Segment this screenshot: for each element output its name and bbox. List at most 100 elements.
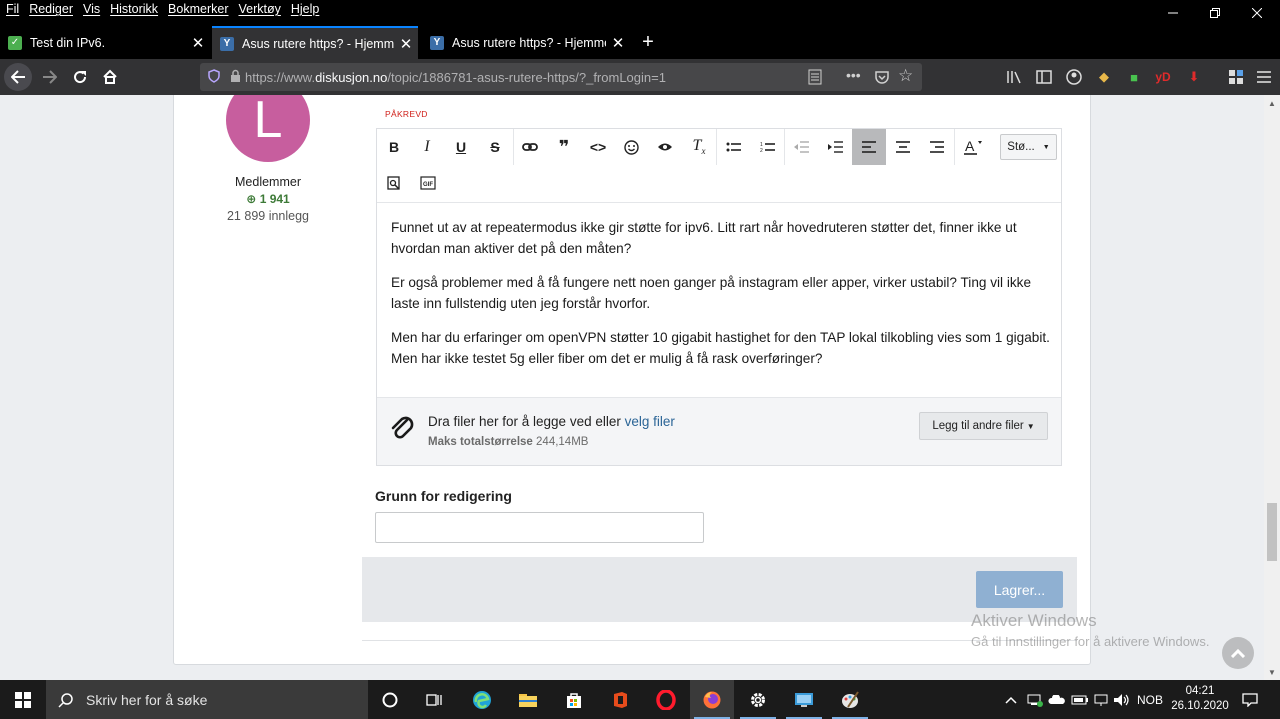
tab-1[interactable]: ✓ Test din IPv6. ✕ xyxy=(0,26,210,59)
taskbar-clock[interactable]: 04:21 26.10.2020 xyxy=(1166,684,1234,714)
spoiler-button[interactable] xyxy=(648,129,682,165)
reader-view-icon[interactable] xyxy=(808,69,822,88)
home-button[interactable] xyxy=(96,63,124,91)
pocket-icon[interactable] xyxy=(874,69,890,88)
menu-bookmarks[interactable]: Bokmerker xyxy=(168,2,228,16)
taskbar-search-box[interactable]: Skriv her for å søke xyxy=(46,680,368,719)
editor-text-area[interactable]: Funnet ut av at repeatermodus ikke gir s… xyxy=(391,217,1051,382)
bold-button[interactable]: B xyxy=(377,129,411,165)
menu-help[interactable]: Hjelp xyxy=(291,2,320,16)
preview-icon xyxy=(387,176,400,190)
svg-text:2: 2 xyxy=(760,148,763,153)
menu-edit[interactable]: Rediger xyxy=(29,2,73,16)
edit-reason-input[interactable] xyxy=(375,512,704,543)
bookmark-star-icon[interactable]: ☆ xyxy=(898,66,913,86)
input-language-indicator[interactable]: NOB xyxy=(1134,680,1166,719)
scroll-up-arrow-icon[interactable]: ▲ xyxy=(1264,95,1280,111)
add-other-files-button[interactable]: Legg til andre filer ▼ xyxy=(919,412,1048,440)
scroll-to-top-button[interactable] xyxy=(1222,637,1254,669)
reload-icon xyxy=(74,71,87,84)
sidebar-icon[interactable] xyxy=(1034,67,1054,87)
paint-taskbar-button[interactable] xyxy=(828,680,872,719)
close-tab-icon[interactable]: ✕ xyxy=(606,34,630,52)
url-bar[interactable]: https://www.diskusjon.no/topic/1886781-a… xyxy=(200,63,922,91)
forward-button[interactable] xyxy=(36,63,64,91)
hamburger-menu-icon[interactable] xyxy=(1254,67,1274,87)
tracking-shield-icon[interactable] xyxy=(208,68,220,86)
drop-files-text: Dra filer her for å legge ved eller velg… xyxy=(428,414,675,429)
close-tab-icon[interactable]: ✕ xyxy=(394,35,418,53)
yd-extension-icon[interactable]: yD xyxy=(1152,67,1174,87)
italic-button[interactable]: I xyxy=(410,129,444,165)
clear-format-button[interactable]: Tx xyxy=(682,129,716,165)
bullet-list-icon xyxy=(726,142,741,152)
close-window-button[interactable] xyxy=(1234,0,1280,26)
scrollbar-thumb[interactable] xyxy=(1267,503,1277,561)
link-button[interactable] xyxy=(513,129,547,165)
bullet-list-button[interactable] xyxy=(716,129,750,165)
extensions-puzzle-icon[interactable] xyxy=(1226,67,1246,87)
max-size-label: Maks totalstørrelse xyxy=(428,436,533,448)
tab-3[interactable]: Y Asus rutere https? - Hjemmene ✕ xyxy=(422,26,630,59)
strikethrough-button[interactable]: S xyxy=(478,129,512,165)
office-button[interactable] xyxy=(598,680,642,719)
code-button[interactable]: <> xyxy=(581,129,615,165)
extension-icon-2[interactable]: ■ xyxy=(1124,67,1144,87)
menu-history[interactable]: Historikk xyxy=(110,2,158,16)
link-icon xyxy=(522,143,538,151)
menu-file[interactable]: Fil xyxy=(6,2,19,16)
page-scrollbar[interactable]: ▲ ▼ xyxy=(1264,95,1280,680)
close-tab-icon[interactable]: ✕ xyxy=(186,34,210,52)
emoji-button[interactable] xyxy=(614,129,648,165)
extension-icon[interactable]: ◆ xyxy=(1094,67,1114,87)
file-explorer-button[interactable] xyxy=(506,680,550,719)
new-tab-button[interactable]: + xyxy=(634,26,662,59)
task-view-button[interactable] xyxy=(412,680,456,719)
reload-button[interactable] xyxy=(66,63,94,91)
gif-button[interactable]: GIF xyxy=(411,165,445,201)
battery-icon[interactable] xyxy=(1070,680,1090,719)
save-button[interactable]: Lagrer... xyxy=(976,571,1063,608)
choose-files-link[interactable]: velg filer xyxy=(625,414,675,429)
settings-taskbar-button[interactable] xyxy=(736,680,780,719)
page-actions-icon[interactable]: ••• xyxy=(846,67,861,83)
onedrive-icon[interactable] xyxy=(1046,680,1068,719)
store-button[interactable] xyxy=(552,680,596,719)
network-tray-icon[interactable] xyxy=(1024,680,1046,719)
opera-button[interactable] xyxy=(644,680,688,719)
notification-center-button[interactable] xyxy=(1236,680,1264,719)
url-text[interactable]: https://www.diskusjon.no/topic/1886781-a… xyxy=(245,70,666,85)
text-color-icon: A xyxy=(964,139,982,155)
align-center-button[interactable] xyxy=(886,129,920,165)
volume-icon[interactable] xyxy=(1112,680,1132,719)
outdent-button[interactable] xyxy=(784,129,818,165)
text-color-button[interactable]: A xyxy=(956,129,990,165)
start-button[interactable] xyxy=(0,680,46,719)
quote-button[interactable]: ❞ xyxy=(547,129,581,165)
style-dropdown[interactable]: Stø... ▼ xyxy=(1000,134,1057,160)
numbered-list-button[interactable]: 12 xyxy=(750,129,784,165)
cortana-button[interactable] xyxy=(368,680,412,719)
menu-view[interactable]: Vis xyxy=(83,2,100,16)
lock-icon[interactable] xyxy=(230,69,241,85)
download-icon[interactable]: ⬇ xyxy=(1184,67,1204,87)
align-right-button[interactable] xyxy=(920,129,954,165)
align-left-button[interactable] xyxy=(852,129,886,165)
firefox-taskbar-button[interactable] xyxy=(690,680,734,719)
minimize-button[interactable] xyxy=(1150,0,1196,26)
account-icon[interactable] xyxy=(1064,67,1084,87)
library-icon[interactable] xyxy=(1004,67,1024,87)
attachment-dropzone[interactable]: Dra filer her for å legge ved eller velg… xyxy=(377,397,1061,465)
back-button[interactable] xyxy=(4,63,32,91)
indent-button[interactable] xyxy=(818,129,852,165)
preview-button[interactable] xyxy=(377,165,411,201)
show-hidden-icons-button[interactable] xyxy=(1002,680,1020,719)
wifi-network-icon[interactable] xyxy=(1092,680,1112,719)
restore-button[interactable] xyxy=(1192,0,1238,26)
tab-2[interactable]: Y Asus rutere https? - Hjemmene ✕ xyxy=(212,26,418,59)
underline-button[interactable]: U xyxy=(444,129,478,165)
edge-taskbar-button[interactable] xyxy=(460,680,504,719)
scroll-down-arrow-icon[interactable]: ▼ xyxy=(1264,664,1280,680)
control-panel-taskbar-button[interactable] xyxy=(782,680,826,719)
menu-tools[interactable]: Verktøy xyxy=(238,2,280,16)
